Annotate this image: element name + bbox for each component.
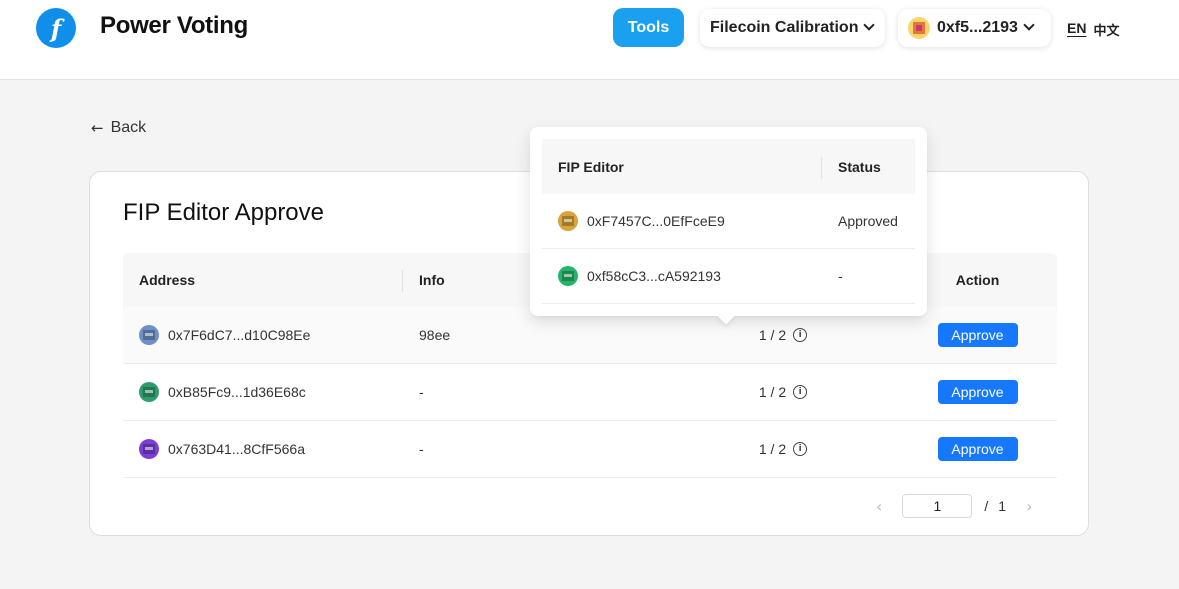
address-cell: 0x7F6dC7...d10C98Ee <box>123 325 403 345</box>
info-icon[interactable]: i <box>793 385 808 399</box>
lang-zh-option[interactable]: 中文 <box>1093 20 1119 39</box>
editor-cell: 0xf58cC3...cA592193 <box>542 266 822 286</box>
address-text: 0x763D41...8CfF566a <box>168 441 305 457</box>
page-total: 1 <box>998 498 1007 514</box>
avatar <box>139 325 159 345</box>
next-page-icon[interactable]: › <box>1026 497 1032 516</box>
approval-progress: 1 / 2 <box>758 384 787 400</box>
status-cell: Approved <box>838 213 898 229</box>
filecoin-logo-icon[interactable]: f <box>36 8 76 48</box>
editor-cell: 0xF7457C...0EfFceE9 <box>542 211 822 231</box>
progress-cell: 1 / 2 i <box>668 327 898 343</box>
page-separator: / <box>984 498 989 514</box>
wallet-address: 0xf5...2193 <box>937 19 1018 36</box>
action-cell: Approve <box>898 437 1057 461</box>
chevron-down-icon <box>863 19 876 31</box>
back-link[interactable]: ← Back <box>91 119 146 137</box>
info-icon[interactable]: i <box>793 442 808 456</box>
popover-header: FIP Editor Status <box>542 139 915 194</box>
avatar <box>139 382 159 402</box>
table-row: 0xB85Fc9...1d36E68c - 1 / 2 i Approve <box>123 364 1057 421</box>
avatar <box>558 211 578 231</box>
editor-address: 0xF7457C...0EfFceE9 <box>587 213 725 229</box>
approve-button[interactable]: Approve <box>937 323 1018 347</box>
popover-table: FIP Editor Status 0xF7457C...0EfFceE9 Ap… <box>542 139 915 304</box>
approval-progress: 1 / 2 <box>758 327 787 343</box>
editor-address: 0xf58cC3...cA592193 <box>587 268 721 284</box>
table-row: 0x763D41...8CfF566a - 1 / 2 i Approve <box>123 421 1057 478</box>
wallet-avatar <box>908 17 930 39</box>
progress-cell: 1 / 2 i <box>668 441 898 457</box>
column-address: Address <box>123 270 403 292</box>
info-icon[interactable]: i <box>793 328 808 342</box>
fip-editor-popover: FIP Editor Status 0xF7457C...0EfFceE9 Ap… <box>530 127 927 316</box>
app-title[interactable]: Power Voting <box>100 12 248 40</box>
network-label: Filecoin Calibration <box>710 19 859 36</box>
prev-page-icon[interactable]: ‹ <box>876 497 882 516</box>
action-cell: Approve <box>898 380 1057 404</box>
approve-button[interactable]: Approve <box>937 380 1018 404</box>
column-fip-editor: FIP Editor <box>542 156 822 179</box>
top-header: f Power Voting Tools Filecoin Calibratio… <box>0 0 1179 80</box>
avatar <box>139 439 159 459</box>
chevron-down-icon <box>1023 19 1035 31</box>
arrow-left-icon: ← <box>91 119 104 137</box>
wallet-button[interactable]: 0xf5...2193 <box>898 9 1051 47</box>
pagination: ‹ / 1 › <box>876 494 1033 518</box>
lang-en-option[interactable]: EN <box>1067 20 1086 39</box>
page-title: FIP Editor Approve <box>123 199 324 226</box>
approval-progress: 1 / 2 <box>758 441 787 457</box>
back-label: Back <box>110 119 147 136</box>
popover-row: 0xf58cC3...cA592193 - <box>542 249 915 304</box>
approve-button[interactable]: Approve <box>937 437 1018 461</box>
language-switch: EN 中文 <box>1067 20 1119 39</box>
info-cell: 98ee <box>419 327 451 343</box>
progress-cell: 1 / 2 i <box>668 384 898 400</box>
popover-row: 0xF7457C...0EfFceE9 Approved <box>542 194 915 249</box>
address-cell: 0x763D41...8CfF566a <box>123 439 403 459</box>
address-text: 0x7F6dC7...d10C98Ee <box>168 327 311 343</box>
address-cell: 0xB85Fc9...1d36E68c <box>123 382 403 402</box>
info-cell: - <box>419 441 424 457</box>
address-text: 0xB85Fc9...1d36E68c <box>168 384 306 400</box>
avatar <box>558 266 578 286</box>
page-input[interactable] <box>902 494 973 518</box>
column-status: Status <box>838 158 881 175</box>
network-select[interactable]: Filecoin Calibration <box>700 9 885 47</box>
status-cell: - <box>838 268 843 284</box>
tools-button[interactable]: Tools <box>613 8 684 47</box>
info-cell: - <box>419 384 424 400</box>
action-cell: Approve <box>898 323 1057 347</box>
